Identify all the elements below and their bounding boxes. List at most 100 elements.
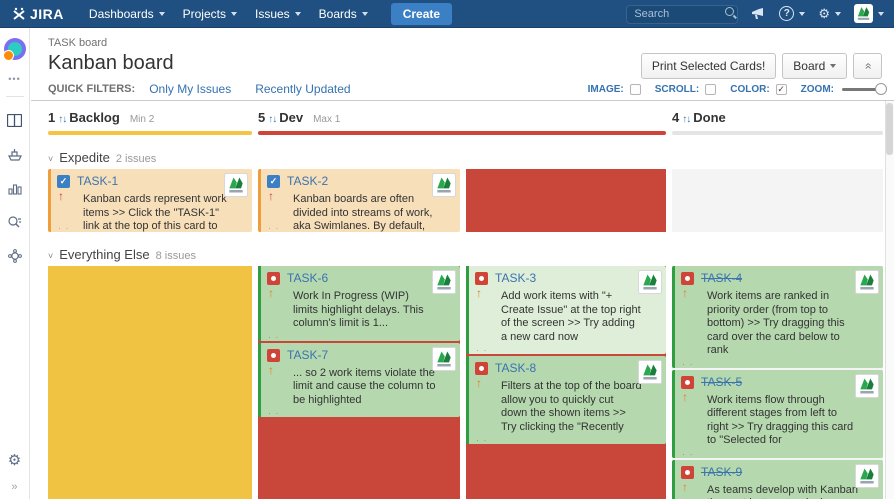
main-content: TASK board Kanban board Print Selected C… — [31, 28, 894, 499]
bug-type-icon — [267, 349, 280, 362]
zoom-slider[interactable] — [842, 88, 882, 91]
sidebar-item-components[interactable] — [0, 241, 30, 271]
chevron-down-icon — [231, 12, 237, 16]
priority-high-icon: ↑ — [268, 287, 274, 299]
card-key-link[interactable]: TASK-3 — [495, 271, 536, 285]
quick-filters-label: QUICK FILTERS: — [48, 83, 135, 95]
bar-chart-icon — [8, 182, 22, 195]
cell-done-empty — [672, 169, 883, 232]
sidebar-item-board[interactable] — [0, 105, 30, 135]
card-task-3[interactable]: TASK-3 ↑ Add work items with "+ Create I… — [466, 266, 666, 354]
nav-issues[interactable]: Issues — [255, 7, 301, 21]
card-key-link[interactable]: TASK-6 — [287, 271, 328, 285]
more-icon[interactable]: ••• — [8, 74, 20, 84]
dev-name: Dev — [279, 110, 303, 125]
zoom-slider-thumb[interactable] — [875, 83, 887, 95]
nav-projects[interactable]: Projects — [183, 7, 237, 21]
sidebar-divider — [6, 96, 24, 97]
user-avatar — [854, 4, 873, 23]
assignee-avatar — [432, 173, 456, 197]
cell-backlog-min-violation — [48, 266, 252, 499]
print-selected-cards-button[interactable]: Print Selected Cards! — [641, 53, 776, 79]
board-scrollbar[interactable] — [885, 101, 894, 499]
card-key-link[interactable]: TASK-5 — [701, 375, 742, 389]
card-key-link[interactable]: TASK-8 — [495, 361, 536, 375]
user-menu[interactable] — [854, 4, 884, 23]
chevron-down-icon — [295, 12, 301, 16]
assignee-avatar — [638, 270, 662, 294]
jira-logo[interactable]: JIRA — [12, 6, 64, 22]
cell-dev-right-wip-violation — [466, 169, 666, 232]
sidebar-item-reports[interactable] — [0, 173, 30, 203]
assignee-avatar — [855, 374, 879, 398]
backlog-constraint: Min 2 — [130, 114, 154, 125]
card-task-8[interactable]: TASK-8 ↑ Filters at the top of the board… — [466, 356, 666, 444]
cell-done: TASK-4 ↑ Work items are ranked in priori… — [672, 266, 883, 499]
nav-projects-label: Projects — [183, 7, 226, 21]
megaphone-icon[interactable] — [751, 7, 766, 20]
top-navbar: JIRA Dashboards Projects Issues Boards C… — [0, 0, 894, 28]
done-count: 4 — [672, 110, 679, 125]
card-summary: Filters at the top of the board allow yo… — [501, 380, 642, 434]
board-settings-gear-icon[interactable]: ⚙ — [8, 451, 21, 469]
assignee-avatar — [432, 347, 456, 371]
card-key-link[interactable]: TASK-2 — [287, 174, 328, 188]
card-key-link[interactable]: TASK-4 — [701, 271, 742, 285]
nav-dashboards-label: Dashboards — [89, 7, 154, 21]
card-task-6[interactable]: TASK-6 ↑ Work In Progress (WIP) limits h… — [258, 266, 460, 341]
board-menu-label: Board — [793, 59, 825, 73]
priority-highest-icon: ↑ — [268, 190, 274, 202]
swimlane-header-expedite[interactable]: ˅ Expedite 2 issues — [48, 150, 894, 165]
bug-type-icon — [681, 376, 694, 389]
search-input[interactable] — [626, 5, 738, 24]
card-summary: Work In Progress (WIP) limits highlight … — [293, 290, 436, 331]
swimlane-header-everything-else[interactable]: ˅ Everything Else 8 issues — [48, 247, 894, 262]
help-menu[interactable]: ? — [779, 6, 805, 21]
card-summary: Work items flow through different stages… — [707, 394, 859, 448]
settings-menu[interactable]: ⚙ — [818, 6, 841, 22]
card-task-2[interactable]: TASK-2 ↑ Kanban boards are often divided… — [258, 169, 460, 232]
board-menu-button[interactable]: Board — [782, 53, 847, 79]
priority-high-icon: ↑ — [476, 377, 482, 389]
card-task-7[interactable]: TASK-7 ↑ ... so 2 work items violate the… — [258, 343, 460, 418]
card-task-1[interactable]: TASK-1 ↑ Kanban cards represent work ite… — [48, 169, 252, 232]
card-key-link[interactable]: TASK-1 — [77, 174, 118, 188]
chevron-down-icon — [878, 12, 884, 16]
project-avatar[interactable] — [4, 38, 26, 60]
backlog-column-bar — [48, 131, 252, 135]
card-task-5[interactable]: TASK-5 ↑ Work items flow through differe… — [672, 370, 883, 458]
assignee-avatar — [855, 464, 879, 488]
scroll-checkbox[interactable] — [705, 84, 716, 95]
card-summary: As teams develop with Kanban they get be… — [707, 484, 859, 499]
dev-column-bar — [258, 131, 666, 135]
filter-only-my-issues[interactable]: Only My Issues — [149, 82, 231, 96]
jira-logo-text: JIRA — [30, 6, 64, 22]
assignee-avatar — [224, 173, 248, 197]
sidebar-item-issues-search[interactable] — [0, 207, 30, 237]
card-task-4[interactable]: TASK-4 ↑ Work items are ranked in priori… — [672, 266, 883, 368]
card-task-9[interactable]: TASK-9 ↑ As teams develop with Kanban th… — [672, 460, 883, 499]
image-checkbox[interactable] — [630, 84, 641, 95]
nav-boards[interactable]: Boards — [319, 7, 368, 21]
swimlane-name: Expedite — [59, 150, 110, 165]
card-key-link[interactable]: TASK-9 — [701, 465, 742, 479]
backlog-name: Backlog — [69, 110, 120, 125]
task-type-icon — [57, 175, 70, 188]
ship-icon — [7, 148, 23, 161]
color-checkbox[interactable]: ✓ — [776, 84, 787, 95]
swimlane-name: Everything Else — [59, 247, 149, 262]
cell-dev-left: TASK-6 ↑ Work In Progress (WIP) limits h… — [258, 266, 460, 499]
nav-boards-label: Boards — [319, 7, 357, 21]
filter-recently-updated[interactable]: Recently Updated — [255, 82, 350, 96]
card-key-link[interactable]: TASK-7 — [287, 348, 328, 362]
breadcrumb[interactable]: TASK board — [48, 37, 107, 49]
chevron-down-icon: ˅ — [48, 154, 53, 164]
collapse-header-button[interactable]: » — [853, 53, 882, 79]
chevron-down-icon — [830, 64, 836, 68]
create-button[interactable]: Create — [391, 3, 452, 25]
sidebar-item-releases[interactable] — [0, 139, 30, 169]
done-name: Done — [693, 110, 726, 125]
expand-sidebar-icon[interactable]: » — [11, 481, 17, 493]
board-scrollbar-thumb[interactable] — [886, 103, 893, 155]
nav-dashboards[interactable]: Dashboards — [89, 7, 165, 21]
